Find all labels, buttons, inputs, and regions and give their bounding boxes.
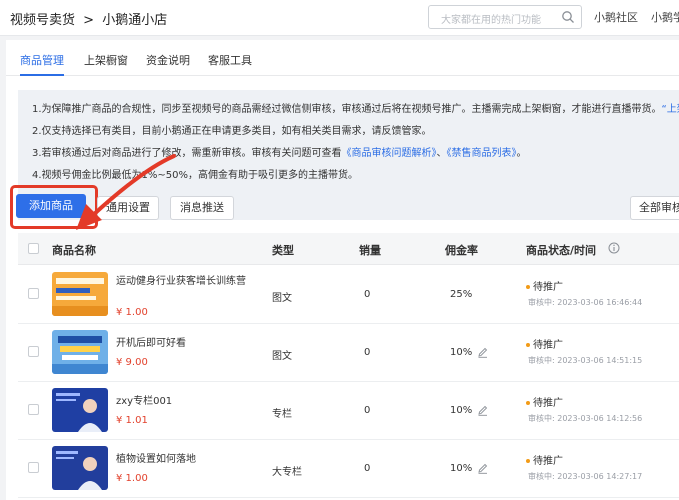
tab-funds[interactable]: 资金说明 (146, 52, 190, 68)
active-tab-indicator (20, 74, 64, 76)
notice-link-banned-list[interactable]: 《禁售商品列表》 (447, 148, 517, 159)
edit-icon[interactable] (477, 463, 488, 474)
product-price: ¥ 1.00 (116, 473, 148, 484)
annotation-highlight-box (10, 185, 98, 229)
product-type: 专栏 (272, 409, 292, 420)
product-sales: 0 (364, 463, 371, 474)
info-icon[interactable] (608, 242, 620, 254)
status-badge: 待推广 (526, 394, 563, 409)
review-filter-select[interactable]: 全部审核 (630, 196, 679, 220)
notice-line-1: 1.为保障推广商品的合规性，同步至视频号的商品需经过微信侧审核，审核通过后将在视… (32, 99, 679, 121)
status-time: 审核中: 2023-03-06 14:27:17 (528, 472, 643, 481)
product-sales: 0 (364, 289, 371, 300)
product-thumbnail (52, 388, 108, 432)
product-thumbnail (52, 330, 108, 374)
column-header-name: 商品名称 (52, 244, 96, 257)
community-link[interactable]: 小鹅社区 (594, 9, 638, 25)
commission-rate: 25% (450, 289, 473, 300)
message-push-button[interactable]: 消息推送 (170, 196, 234, 220)
product-thumbnail (52, 272, 108, 316)
product-price: ¥ 9.00 (116, 357, 148, 368)
product-price: ¥ 1.00 (116, 307, 148, 318)
commission-rate: 10% (450, 347, 473, 358)
search-icon[interactable] (561, 10, 575, 24)
breadcrumb: 视频号卖货 > 小鹅通小店 (10, 9, 171, 28)
column-header-status: 商品状态/时间 (526, 244, 597, 257)
row-checkbox[interactable] (28, 288, 39, 299)
column-header-type: 类型 (272, 244, 294, 257)
tab-bar: 商品管理 上架橱窗 资金说明 客服工具 (6, 40, 679, 76)
status-badge: 待推广 (526, 278, 563, 293)
breadcrumb-separator: > (83, 13, 95, 28)
status-time: 审核中: 2023-03-06 14:12:56 (528, 414, 643, 423)
product-type: 大专栏 (272, 467, 302, 478)
table-row[interactable]: zxy专栏001 ¥ 1.01 专栏 0 10% 待推广 审核中: 2023-0… (18, 382, 679, 440)
product-sales: 0 (364, 405, 371, 416)
status-badge: 待推广 (526, 336, 563, 351)
status-dot (526, 459, 530, 463)
status-dot (526, 343, 530, 347)
product-sales: 0 (364, 347, 371, 358)
commission-rate: 10% (450, 463, 473, 474)
notice-line-2: 2.仅支持选择已有类目，目前小鹅通正在申请更多类目，如有相关类目需求，请反馈管家… (32, 126, 432, 137)
notice-link-showcase[interactable]: “上架 (662, 104, 679, 115)
table-header: 商品名称 类型 销量 佣金率 商品状态/时间 (18, 233, 679, 265)
edit-icon[interactable] (477, 405, 488, 416)
product-price: ¥ 1.01 (116, 415, 148, 426)
search-placeholder: 大家都在用的热门功能 (441, 15, 541, 26)
status-dot (526, 401, 530, 405)
commission-rate: 10% (450, 405, 473, 416)
breadcrumb-item-current: 小鹅通小店 (102, 13, 168, 28)
column-header-commission: 佣金率 (445, 244, 478, 257)
status-time: 审核中: 2023-03-06 16:46:44 (528, 298, 643, 307)
status-time: 审核中: 2023-03-06 14:51:15 (528, 356, 643, 365)
column-header-sales: 销量 (359, 244, 381, 257)
product-thumbnail (52, 446, 108, 490)
edit-icon[interactable] (477, 347, 488, 358)
academy-link[interactable]: 小鹅学 (651, 9, 679, 25)
table-row[interactable]: 植物设置如何落地 ¥ 1.00 大专栏 0 10% 待推广 审核中: 2023-… (18, 440, 679, 498)
tab-showcase[interactable]: 上架橱窗 (84, 52, 128, 68)
product-type: 图文 (272, 293, 292, 304)
product-name[interactable]: 开机后即可好看 (116, 336, 276, 352)
general-settings-button[interactable]: 通用设置 (97, 196, 159, 220)
content-panel: 商品管理 上架橱窗 资金说明 客服工具 1.为保障推广商品的合规性，同步至视频号… (6, 40, 679, 500)
status-dot (526, 285, 530, 289)
product-type: 图文 (272, 351, 292, 362)
search-input[interactable]: 大家都在用的热门功能 (428, 5, 582, 29)
notice-line-3: 3.若审核通过后对商品进行了修改，需重新审核。审核有关问题可查看《商品审核问题解… (32, 148, 527, 159)
row-checkbox[interactable] (28, 404, 39, 415)
product-name[interactable]: zxy专栏001 (116, 394, 276, 410)
notice-line-4: 4.视频号佣金比例最低为1%~50%，高佣金有助于吸引更多的主播带货。 (32, 170, 359, 181)
tab-customer-service[interactable]: 客服工具 (208, 52, 252, 68)
product-name[interactable]: 植物设置如何落地 (116, 452, 276, 468)
table-row[interactable]: 开机后即可好看 ¥ 9.00 图文 0 10% 待推广 审核中: 2023-03… (18, 324, 679, 382)
product-name[interactable]: 运动健身行业获客增长训练营 (116, 274, 276, 290)
table-row[interactable]: 运动健身行业获客增长训练营 ¥ 1.00 图文 0 25% 待推广 审核中: 2… (18, 266, 679, 324)
status-badge: 待推广 (526, 452, 563, 467)
row-checkbox[interactable] (28, 462, 39, 473)
top-bar: 视频号卖货 > 小鹅通小店 大家都在用的热门功能 小鹅社区 小鹅学 (0, 0, 679, 36)
tab-product-management[interactable]: 商品管理 (20, 52, 64, 68)
notice-link-review-faq[interactable]: 《商品审核问题解析》 (342, 148, 437, 159)
breadcrumb-item-shop-video[interactable]: 视频号卖货 (10, 13, 75, 28)
select-all-checkbox[interactable] (28, 243, 39, 254)
row-checkbox[interactable] (28, 346, 39, 357)
